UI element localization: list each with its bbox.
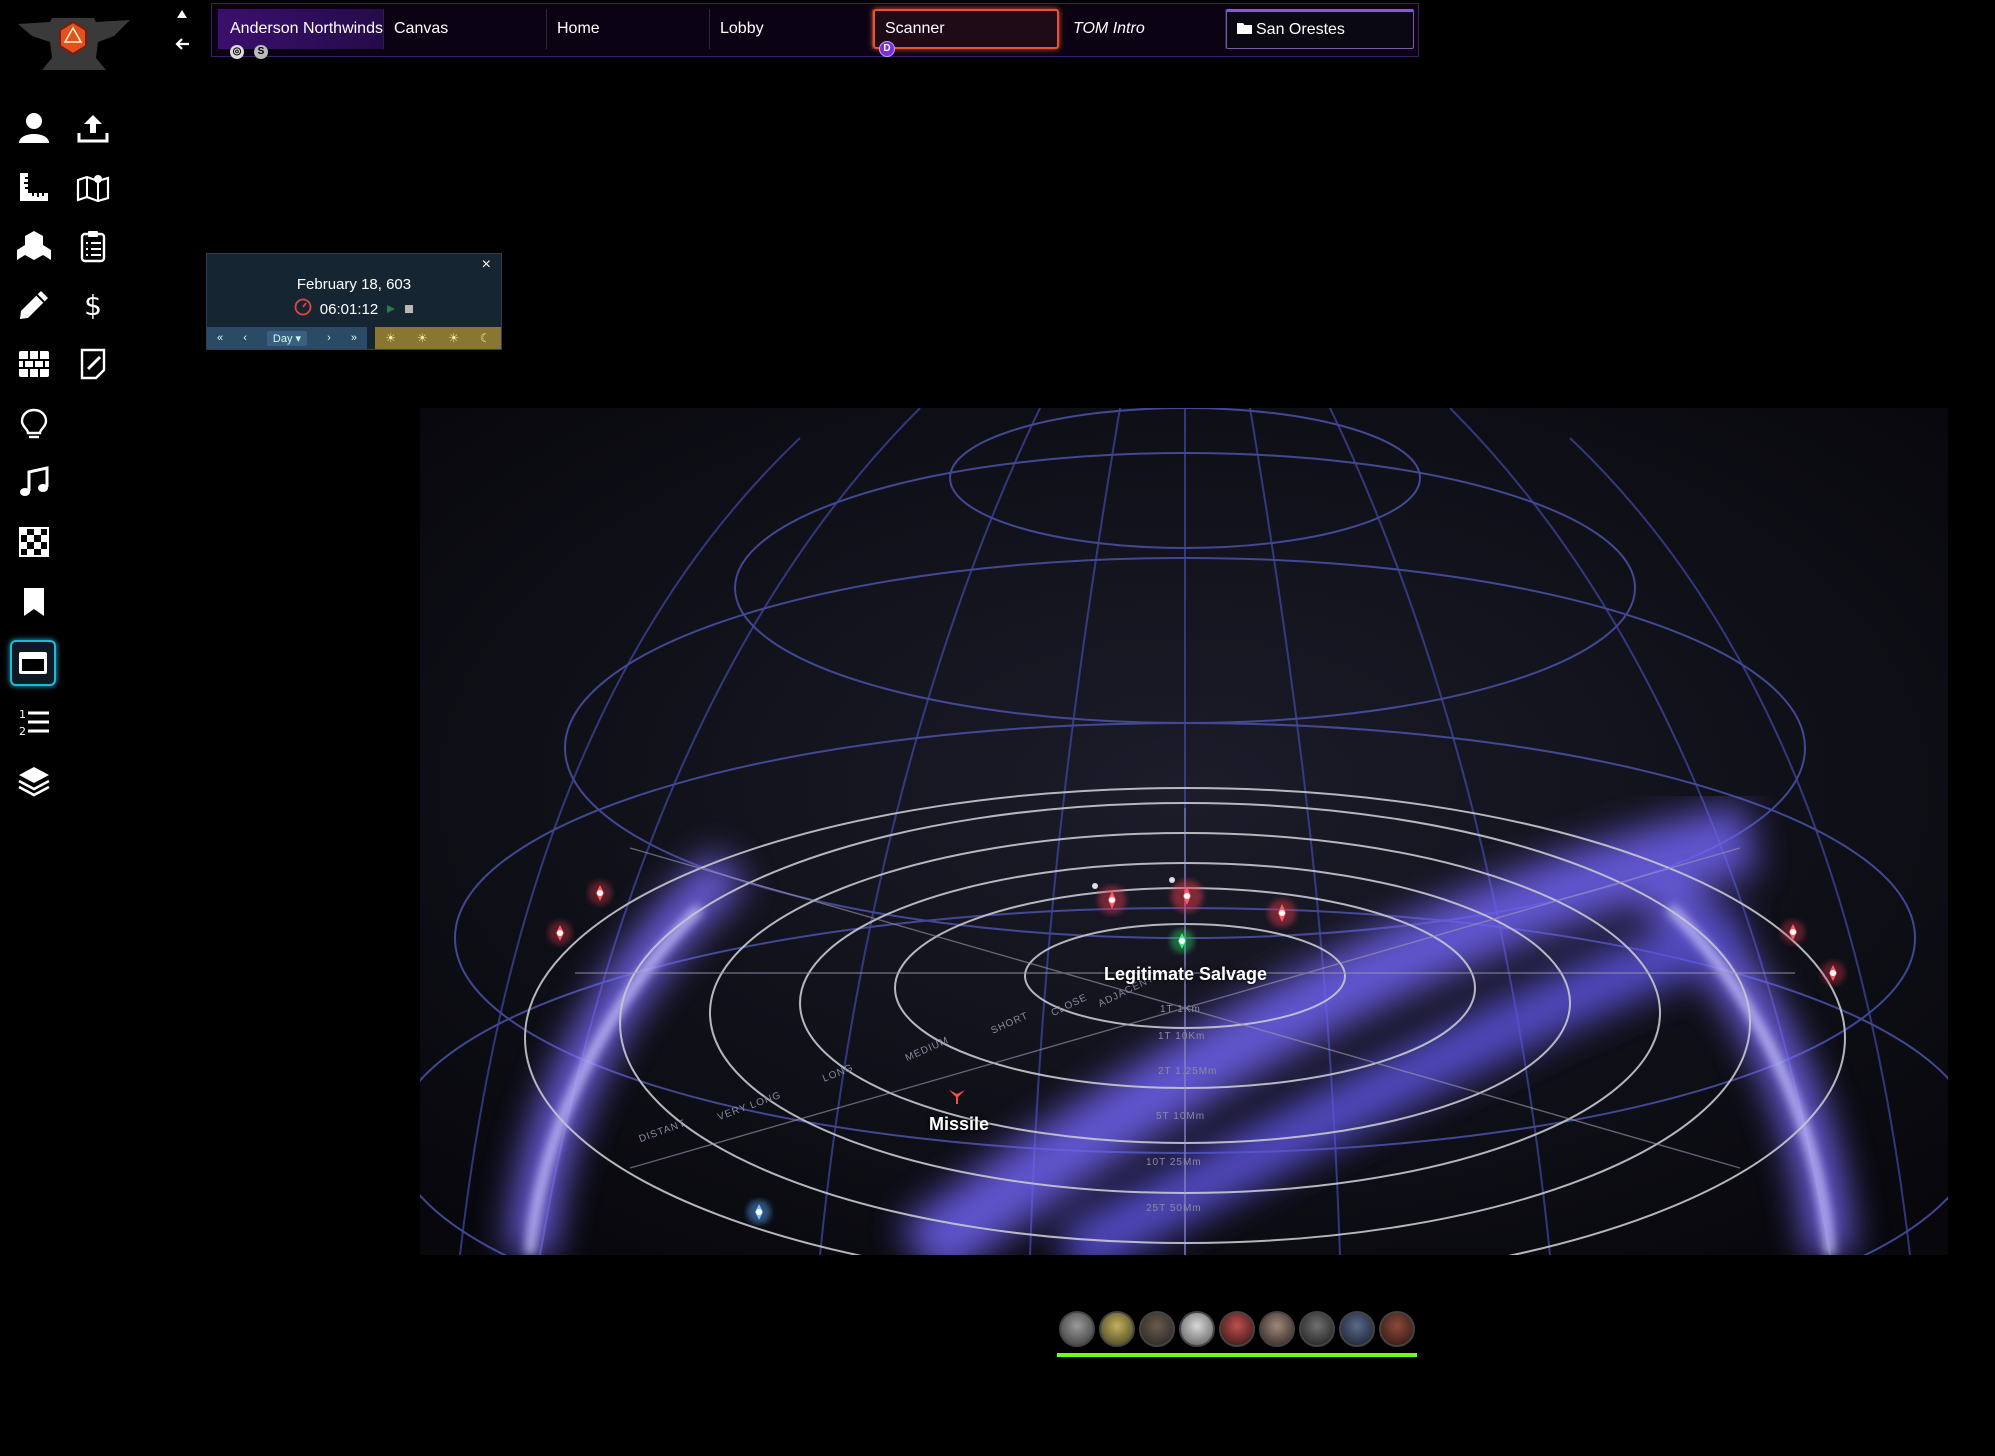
cubes-icon[interactable] [12,224,56,268]
pencil-icon[interactable] [12,283,56,327]
scanner-sphere-graphic [420,408,1948,1255]
tab-label: San Orestes [1256,21,1345,39]
svg-text:2: 2 [19,725,26,738]
health-bar [1177,1353,1217,1357]
tab-label: Lobby [720,20,764,37]
tab-label: Canvas [394,20,449,37]
avatar [1379,1311,1415,1347]
ring-range-label: 5T 10Mm [1156,1111,1206,1122]
map-icon[interactable] [71,165,115,209]
checkerboard-icon[interactable] [12,520,56,564]
calendar-widget: × February 18, 603 06:01:12 « ‹ Day ▾ › … [206,253,502,350]
person-icon[interactable] [12,106,56,150]
calendar-date: February 18, 603 [296,276,412,293]
app-logo[interactable] [14,14,132,76]
noon-sun-icon[interactable]: ☀ [417,331,428,345]
tab-canvas[interactable]: Canvas [384,9,547,49]
moon-icon[interactable]: ☾ [480,331,491,345]
avatar [1059,1311,1095,1347]
numbered-list-icon[interactable]: 12 [12,700,56,744]
player-token[interactable] [1097,1311,1137,1357]
health-bar [1257,1353,1297,1357]
avatar [1099,1311,1135,1347]
stop-icon[interactable] [404,301,414,318]
clipboard-icon[interactable] [71,224,115,268]
health-bar [1057,1353,1097,1357]
player-token[interactable] [1057,1311,1097,1357]
forward-button[interactable]: › [327,332,331,344]
health-bar [1297,1353,1337,1357]
svg-text:$: $ [84,289,102,322]
player-token[interactable] [1217,1311,1257,1357]
bricks-icon[interactable] [12,342,56,386]
ruler-icon[interactable] [12,165,56,209]
health-bar [1217,1353,1257,1357]
folder-icon [1237,12,1252,48]
tab-label: Home [557,20,600,37]
player-token[interactable] [1377,1311,1417,1357]
player-token[interactable] [1137,1311,1177,1357]
clock-icon[interactable] [294,298,312,320]
music-icon[interactable] [12,461,56,505]
player-token-bar [1057,1311,1417,1357]
dollar-icon[interactable]: $ [71,283,115,327]
calendar-time: 06:01:12 [319,300,379,318]
window-icon[interactable] [10,640,56,686]
tab-label: Scanner [885,20,945,37]
d-badge-icon: D [879,41,895,57]
time-of-day-bar: ☀ ☀ ☀ ☾ [375,327,501,349]
note-edit-icon[interactable] [71,342,115,386]
avatar [1339,1311,1375,1347]
tab-lobby[interactable]: Lobby [710,9,873,49]
tab-label: TOM Intro [1073,20,1145,37]
rewind-button[interactable]: ‹ [243,332,247,344]
dawn-sun-icon[interactable]: ☀ [385,331,396,345]
back-arrow-icon[interactable] [174,36,190,52]
lightbulb-icon[interactable] [12,402,56,446]
health-bar [1137,1353,1177,1357]
ring-range-label: 25T 50Mm [1146,1203,1202,1214]
scene-navigation-bar: Anderson Northwinds ◎ S Canvas Home Lobb… [211,3,1419,59]
ring-range-label: 10T 25Mm [1146,1157,1202,1168]
avatar [1259,1311,1295,1347]
close-icon[interactable]: × [482,256,491,274]
scanner-scene-canvas[interactable]: DISTANT VERY LONG LONG MEDIUM SHORT CLOS… [420,408,1948,1255]
ring-range-label: 1T 1Km [1160,1004,1201,1015]
rewind-far-button[interactable]: « [217,332,223,344]
player-token[interactable] [1337,1311,1377,1357]
ring-range-label: 2T 1.25Mm [1158,1066,1218,1077]
tab-san-orestes-folder[interactable]: San Orestes [1226,9,1414,49]
calendar-step-controls: « ‹ Day ▾ › » [207,327,367,349]
health-bar [1337,1353,1377,1357]
s-badge-icon: S [254,45,268,59]
ring-range-label: 1T 10Km [1158,1031,1206,1042]
dusk-sun-icon[interactable]: ☀ [448,331,459,345]
tab-label: Anderson Northwinds [230,20,383,37]
upload-icon[interactable] [71,106,115,150]
avatar [1179,1311,1215,1347]
player-token[interactable] [1177,1311,1217,1357]
avatar [1139,1311,1175,1347]
health-bar [1377,1353,1417,1357]
salvage-token-label: Legitimate Salvage [1104,964,1268,984]
forward-far-button[interactable]: » [351,332,357,344]
avatar [1299,1311,1335,1347]
avatar [1219,1311,1255,1347]
play-icon[interactable] [386,301,396,318]
collapse-triangle-icon[interactable] [174,6,190,22]
layers-icon[interactable] [12,759,56,803]
tab-scanner[interactable]: Scanner D [873,9,1059,57]
svg-text:1: 1 [19,708,26,721]
tab-home[interactable]: Home [547,9,710,49]
player-token[interactable] [1257,1311,1297,1357]
health-bar [1097,1353,1137,1357]
bookmark-icon[interactable] [12,580,56,624]
tab-anderson-northwinds[interactable]: Anderson Northwinds ◎ S [218,9,384,59]
tab-tom-intro[interactable]: TOM Intro [1063,9,1226,49]
step-unit-dropdown[interactable]: Day ▾ [266,330,308,346]
target-badge-icon: ◎ [230,45,244,59]
player-token[interactable] [1297,1311,1337,1357]
missile-token-label: Missile [929,1114,990,1134]
